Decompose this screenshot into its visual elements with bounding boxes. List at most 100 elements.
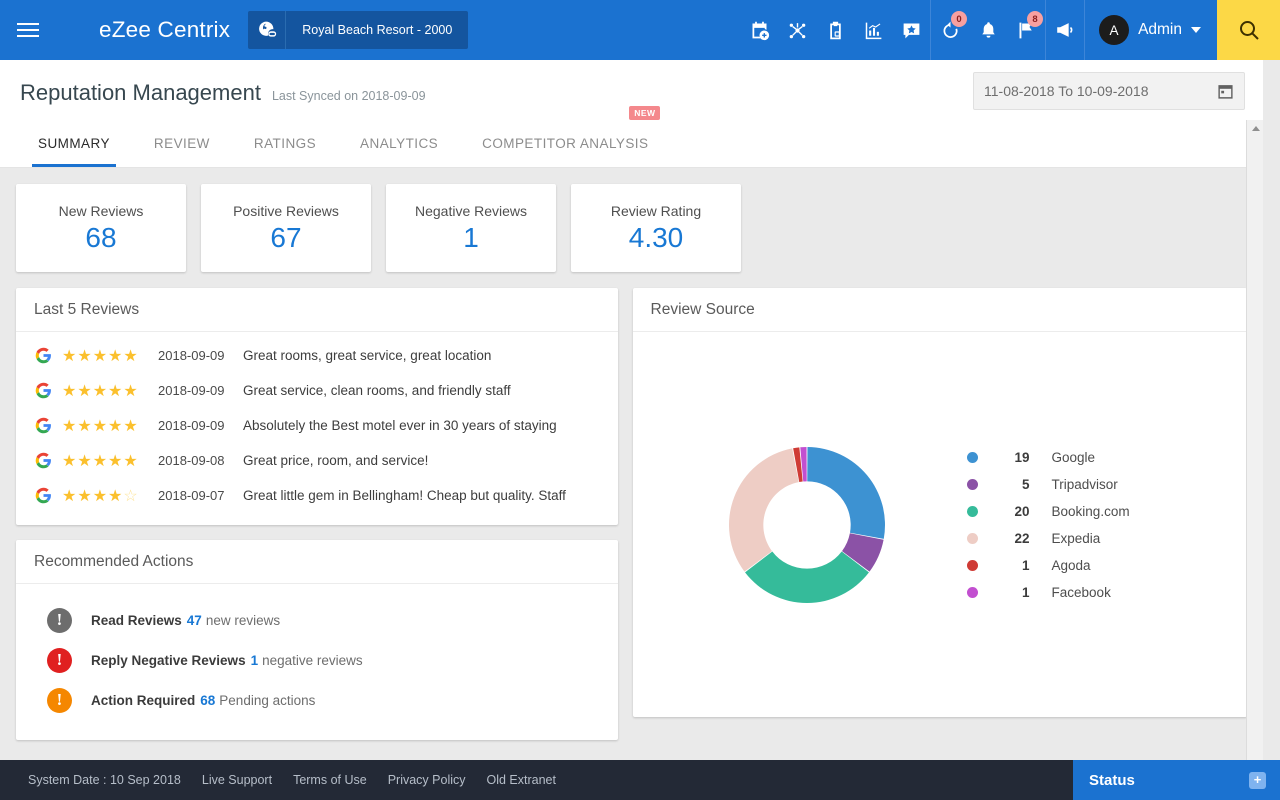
- footer-link[interactable]: Privacy Policy: [388, 773, 466, 787]
- legend-value: 1: [1022, 557, 1030, 573]
- user-name: Admin: [1138, 21, 1182, 38]
- top-navigation-bar: eZee Centrix Royal Beach Resort - 2000 0…: [0, 0, 1280, 60]
- notification-icons: 0 8: [930, 0, 1045, 60]
- action-row[interactable]: ! Action Required 68 Pending actions: [16, 680, 618, 720]
- review-row[interactable]: ★★★★★ 2018-09-09 Great service, clean room…: [16, 373, 618, 408]
- footer-link[interactable]: Old Extranet: [487, 773, 556, 787]
- date-range-value: 11-08-2018 To 10-09-2018: [984, 83, 1149, 99]
- left-column: Last 5 Reviews ★★★★★ 2018-09-09 Great room…: [16, 288, 618, 740]
- exclamation-circle-icon: !: [47, 647, 72, 673]
- hotel-selector[interactable]: Royal Beach Resort - 2000: [248, 11, 469, 49]
- plus-icon[interactable]: +: [1249, 771, 1266, 789]
- legend-item[interactable]: 19 Google: [966, 449, 1130, 465]
- hamburger-menu-icon[interactable]: [0, 0, 56, 60]
- card-title: Review Source: [650, 300, 755, 318]
- star-message-icon[interactable]: [892, 0, 930, 60]
- review-row[interactable]: ★★★★★ 2018-09-09 Absolutely the Best motel…: [16, 408, 618, 443]
- legend-item[interactable]: 20 Booking.com: [966, 503, 1130, 519]
- google-icon: [34, 487, 52, 504]
- stat-label: Positive Reviews: [233, 202, 339, 219]
- clipboard-copy-icon[interactable]: [816, 0, 854, 60]
- donut-slice[interactable]: [728, 447, 799, 572]
- stat-card-positive-reviews[interactable]: Positive Reviews 67: [201, 184, 371, 272]
- tab-competitor-analysis[interactable]: COMPETITOR ANALYSIS NEW: [460, 106, 670, 167]
- stat-label: Review Rating: [610, 202, 702, 219]
- last-synced-text: Last Synced on 2018-09-09: [271, 89, 426, 103]
- action-count: 47: [186, 612, 202, 628]
- scroll-up-arrow[interactable]: [1247, 120, 1264, 137]
- review-text: Great little gem in Bellingham! Cheap bu…: [243, 488, 566, 503]
- action-row[interactable]: ! Read Reviews 47 new reviews: [16, 600, 618, 640]
- legend-item[interactable]: 22 Expedia: [966, 530, 1130, 546]
- review-list: ★★★★★ 2018-09-09 Great rooms, great servic…: [16, 332, 618, 525]
- tab-ratings[interactable]: RATINGS: [232, 120, 338, 167]
- action-count: 1: [250, 652, 259, 668]
- search-button[interactable]: [1217, 0, 1280, 60]
- date-range-picker[interactable]: 11-08-2018 To 10-09-2018: [973, 72, 1245, 110]
- legend-color-dot: [966, 559, 978, 571]
- stat-value: 1: [463, 221, 479, 253]
- legend-item[interactable]: 1 Facebook: [966, 584, 1130, 600]
- donut-chart[interactable]: [647, 435, 967, 615]
- tab-summary-label: SUMMARY: [38, 136, 110, 151]
- legend-label: Facebook: [1051, 584, 1111, 600]
- legend-value: 22: [1014, 530, 1030, 546]
- calendar-add-icon[interactable]: [740, 0, 778, 60]
- new-badge: NEW: [629, 106, 661, 120]
- brand[interactable]: eZee Centrix: [60, 14, 230, 46]
- brand-name: eZee Centrix: [99, 17, 231, 42]
- legend-item[interactable]: 5 Tripadvisor: [966, 477, 1130, 492]
- page-scrollbar[interactable]: [1246, 120, 1263, 800]
- stat-value: 68: [85, 221, 117, 253]
- stat-value: 4.30: [628, 221, 684, 253]
- status-bar[interactable]: Status +: [1073, 760, 1280, 800]
- review-text: Great service, clean rooms, and friendly…: [243, 383, 511, 398]
- action-suffix: Pending actions: [219, 692, 316, 708]
- legend-item[interactable]: 1 Agoda: [966, 557, 1130, 573]
- tab-competitor-analysis-label: COMPETITOR ANALYSIS: [482, 136, 649, 151]
- donut-slice[interactable]: [806, 446, 885, 539]
- last-5-reviews-card: Last 5 Reviews ★★★★★ 2018-09-09 Great room…: [16, 288, 618, 525]
- bell-icon[interactable]: [969, 0, 1007, 60]
- user-menu[interactable]: A Admin: [1084, 0, 1217, 60]
- analytics-chart-icon[interactable]: [854, 0, 892, 60]
- action-body: Read Reviews 47 new reviews: [91, 613, 280, 628]
- stat-card-negative-reviews[interactable]: Negative Reviews 1: [386, 184, 556, 272]
- review-row[interactable]: ★★★★★ 2018-09-09 Great rooms, great servic…: [16, 338, 618, 373]
- action-title: Reply Negative Reviews: [91, 652, 246, 668]
- ezee-logo-icon: [60, 14, 90, 46]
- action-row[interactable]: ! Reply Negative Reviews 1 negative reviews: [16, 640, 618, 680]
- tab-review-label: REVIEW: [153, 136, 210, 151]
- donut-slice[interactable]: [744, 551, 869, 603]
- stat-label: New Reviews: [58, 202, 144, 219]
- review-date: 2018-09-09: [158, 348, 225, 363]
- legend-label: Booking.com: [1051, 503, 1130, 519]
- content-grid: Last 5 Reviews ★★★★★ 2018-09-09 Great room…: [0, 272, 1263, 756]
- stat-value: 67: [270, 221, 302, 253]
- star-rating: ★★★★☆: [62, 487, 139, 505]
- chevron-down-icon: [1191, 27, 1201, 33]
- legend-value: 19: [1014, 449, 1030, 465]
- review-date: 2018-09-09: [158, 383, 225, 398]
- card-header: Last 5 Reviews: [16, 288, 618, 332]
- legend-color-dot: [966, 451, 978, 463]
- chart-body: 19 Google 5 Tripadvisor 20 Booking.com 22 Exped…: [633, 332, 1247, 717]
- network-share-icon[interactable]: [778, 0, 816, 60]
- megaphone-icon[interactable]: [1046, 0, 1084, 60]
- history-badge: 0: [951, 11, 968, 27]
- footer-link[interactable]: Live Support: [202, 773, 272, 787]
- stat-card-new-reviews[interactable]: New Reviews 68: [16, 184, 186, 272]
- tab-summary[interactable]: SUMMARY: [16, 120, 132, 167]
- review-row[interactable]: ★★★★★ 2018-09-08 Great price, room, and se…: [16, 443, 618, 478]
- tab-analytics[interactable]: ANALYTICS: [338, 120, 460, 167]
- review-text: Great rooms, great service, great locati…: [243, 348, 492, 363]
- stat-card-review-rating[interactable]: Review Rating 4.30: [571, 184, 741, 272]
- tab-review[interactable]: REVIEW: [132, 120, 232, 167]
- footer-link[interactable]: Terms of Use: [293, 773, 367, 787]
- review-row[interactable]: ★★★★☆ 2018-09-07 Great little gem in Belli…: [16, 478, 618, 513]
- action-body: Reply Negative Reviews 1 negative reviews: [91, 653, 363, 668]
- history-rotate-icon[interactable]: 0: [931, 0, 969, 60]
- flag-icon[interactable]: 8: [1007, 0, 1045, 60]
- action-body: Action Required 68 Pending actions: [91, 693, 315, 708]
- footer-links: System Date : 10 Sep 2018 Live Support Ter…: [0, 773, 556, 787]
